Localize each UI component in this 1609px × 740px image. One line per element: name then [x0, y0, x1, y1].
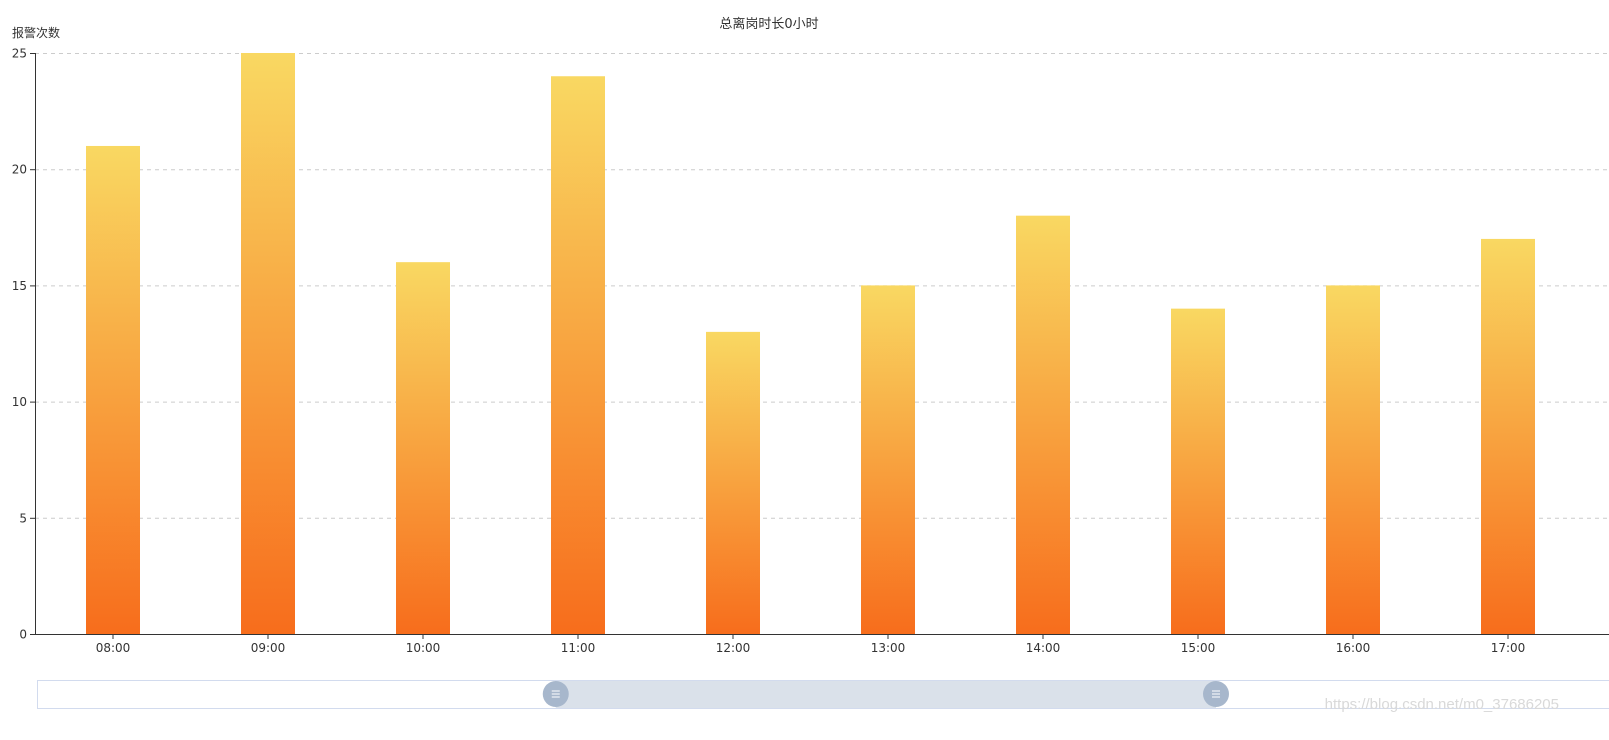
x-tick-label: 14:00 [1026, 641, 1061, 655]
x-tick-label: 17:00 [1491, 641, 1526, 655]
bar-0800 [86, 145, 140, 634]
bar-1500 [1171, 308, 1225, 634]
bars [86, 53, 1535, 635]
bar-1300 [861, 285, 915, 634]
x-tick-label: 15:00 [1181, 641, 1216, 655]
chart-title: 总离岗时长0小时 [719, 16, 818, 32]
watermark: https://blog.csdn.net/m0_37686205 [1325, 696, 1559, 713]
zoom-window [555, 681, 1216, 708]
zoom-handle-start[interactable] [542, 681, 569, 707]
bar-1200 [706, 331, 760, 634]
y-tick-label: 15 [12, 279, 27, 293]
x-tick-label: 08:00 [96, 641, 131, 655]
zoom-handle-end[interactable] [1203, 681, 1229, 707]
bar-1600 [1326, 285, 1380, 634]
bar-chart: 总离岗时长0小时 报警次数 0 5 10 15 20 25 08:00 09:00 10:00 1… [0, 0, 1609, 740]
x-tick-label: 10:00 [406, 641, 441, 655]
y-tick-label: 20 [12, 163, 27, 177]
bar-1700 [1481, 238, 1535, 635]
x-tick-label: 16:00 [1336, 641, 1371, 655]
y-tick-label: 25 [12, 47, 27, 61]
bar-1400 [1016, 215, 1070, 634]
tick-labels: 0 5 10 15 20 25 08:00 09:00 10:00 11:00 12:00 13:00… [12, 47, 1526, 656]
y-tick-label: 10 [12, 395, 27, 409]
bar-1100 [551, 76, 605, 635]
y-tick-label: 5 [19, 511, 27, 525]
bar-0900 [241, 53, 295, 634]
x-tick-label: 12:00 [716, 641, 751, 655]
y-tick-label: 0 [19, 628, 27, 642]
x-tick-label: 09:00 [251, 641, 286, 655]
x-tick-label: 11:00 [561, 641, 596, 655]
x-tick-label: 13:00 [871, 641, 906, 655]
y-axis-title: 报警次数 [12, 25, 60, 40]
bar-1000 [396, 262, 450, 634]
chart-canvas: 总离岗时长0小时 报警次数 0 5 10 15 20 25 08:00 09:00 10:00 1… [12, 16, 1609, 713]
